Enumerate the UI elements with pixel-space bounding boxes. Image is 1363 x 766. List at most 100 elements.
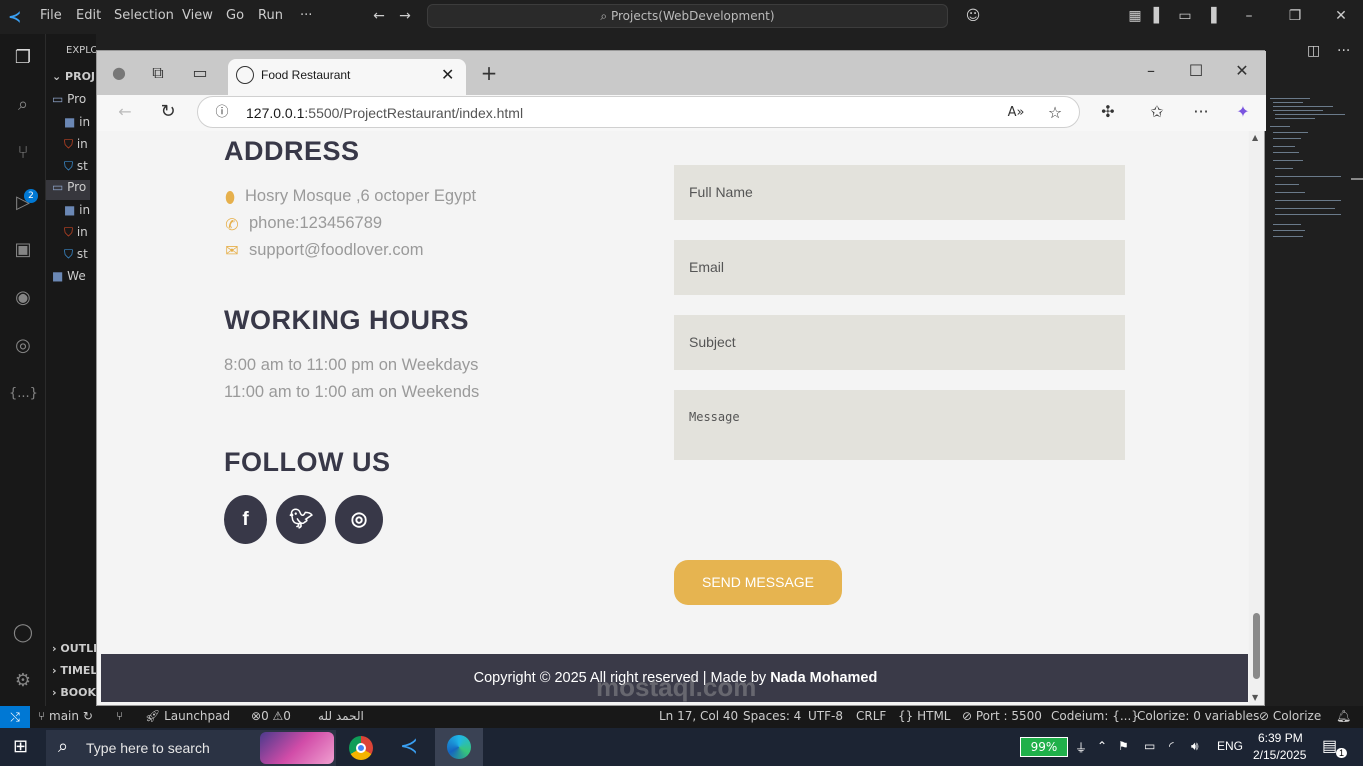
more-actions-icon[interactable]: ··· (1337, 43, 1350, 59)
workspace-root[interactable]: ⌄ PROJ (52, 70, 95, 90)
twitter-icon[interactable]: 🐦︎ (276, 495, 326, 544)
folder-row[interactable]: ■ in (64, 115, 90, 135)
message-textarea[interactable]: Message (674, 390, 1125, 460)
source-control-icon[interactable]: ⑂ (9, 139, 37, 167)
copilot-icon[interactable]: ☺ (960, 7, 986, 25)
menu-selection[interactable]: Selection (114, 8, 174, 23)
outline-section[interactable]: › OUTLI (52, 642, 96, 662)
extensions-puzzle-icon[interactable]: ✣ (1098, 102, 1118, 122)
menu-run[interactable]: Run (258, 8, 283, 23)
search-icon[interactable]: ⌕ (9, 91, 37, 119)
colorize-status[interactable]: ⊘ Colorize (1259, 709, 1321, 723)
notifications-bell-icon[interactable]: 🔔︎ (1336, 709, 1351, 723)
git-graph-icon[interactable]: ◉ (9, 284, 37, 312)
chrome-taskbar-icon[interactable] (340, 730, 382, 766)
layout-icon[interactable]: ▦ (1126, 7, 1144, 25)
file-row[interactable]: ⛉ in (64, 225, 88, 245)
battery-indicator[interactable]: 99% (1020, 737, 1068, 757)
menu-file[interactable]: File (40, 8, 62, 23)
instagram-icon[interactable]: ◎ (335, 495, 383, 544)
address-bar[interactable]: ⓘ 127.0.0.1:5500/ProjectRestaurant/index… (197, 96, 1080, 128)
toggle-secondary-sidebar-icon[interactable]: ▐ (1202, 7, 1220, 25)
favorites-icon[interactable]: ✩ (1147, 102, 1167, 122)
battery-icon[interactable]: ▭ (1144, 739, 1155, 753)
language-status[interactable]: {} HTML (898, 709, 951, 723)
tab-food-restaurant[interactable]: Food Restaurant ✕ (228, 59, 466, 95)
volume-icon[interactable]: 🔊︎ (1191, 739, 1199, 754)
file-row[interactable]: ⛉ st (64, 247, 88, 267)
taskbar-search[interactable]: ⌕ Type here to search (46, 730, 336, 766)
chevron-up-icon[interactable]: ⌃ (1097, 739, 1107, 753)
tab-close-icon[interactable]: ✕ (441, 65, 454, 84)
launchpad-status[interactable]: 🚀︎ Launchpad (145, 709, 230, 723)
vscode-taskbar-icon[interactable]: ≺ (388, 730, 430, 766)
email-input[interactable]: Email (674, 240, 1125, 295)
git-graph-status-icon[interactable]: ⑂ (116, 709, 123, 723)
folder-row-selected[interactable]: ▭ Pro (46, 180, 90, 200)
run-debug-icon[interactable]: ▷ (9, 189, 37, 217)
menu-edit[interactable]: Edit (76, 8, 101, 23)
back-arrow-icon[interactable]: ← (115, 102, 135, 122)
language-indicator[interactable]: ENG (1217, 739, 1243, 753)
forward-arrow-icon[interactable]: → (396, 7, 414, 25)
workspaces-icon[interactable]: ⧉ (148, 63, 168, 83)
extensions-icon[interactable]: ▣ (9, 236, 37, 264)
bookmarks-section[interactable]: › BOOK (52, 686, 96, 706)
tab-actions-icon[interactable]: ▭ (190, 63, 210, 83)
file-row[interactable]: ⛉ in (64, 137, 88, 157)
refresh-icon[interactable]: ↻ (158, 102, 178, 122)
json-tools-icon[interactable]: {...} (9, 380, 38, 408)
notifications-icon[interactable]: ▤ (1322, 736, 1337, 756)
file-row[interactable]: ⛉ st (64, 159, 88, 179)
site-info-icon[interactable]: ⓘ (212, 103, 232, 123)
copilot-icon[interactable]: ✦ (1233, 102, 1253, 122)
explorer-icon[interactable]: ❐ (9, 44, 37, 72)
facebook-icon[interactable]: f (224, 495, 267, 544)
account-icon[interactable]: ◯ (9, 619, 37, 647)
toggle-panel-icon[interactable]: ▭ (1176, 7, 1194, 25)
folder-row[interactable]: ■ in (64, 203, 90, 223)
menu-go[interactable]: Go (226, 8, 244, 23)
back-arrow-icon[interactable]: ← (370, 7, 388, 25)
page-scroll-thumb[interactable] (1253, 613, 1260, 679)
full-name-input[interactable]: Full Name (674, 165, 1125, 220)
menu-more[interactable]: ··· (300, 8, 312, 23)
problems-status[interactable]: ⊗0 ⚠0 (251, 709, 291, 723)
folder-row[interactable]: ■ We (52, 269, 86, 289)
subject-input[interactable]: Subject (674, 315, 1125, 370)
restore-icon[interactable]: ❐ (1286, 7, 1304, 25)
editor-scrollbar[interactable] (1351, 178, 1363, 180)
remote-explorer-icon[interactable]: ◎ (9, 332, 37, 360)
live-server-port[interactable]: ⊘ Port : 5500 (962, 709, 1042, 723)
more-menu-icon[interactable]: ··· (1191, 102, 1211, 122)
indentation-status[interactable]: Spaces: 4 (743, 709, 801, 723)
windows-start-icon[interactable]: ⊞ (13, 736, 28, 757)
maximize-icon[interactable]: ☐ (1186, 61, 1206, 81)
scroll-up-icon[interactable]: ▲ (1252, 133, 1258, 142)
encoding-status[interactable]: UTF-8 (808, 709, 843, 723)
folder-row[interactable]: ▭ Pro (52, 92, 86, 112)
scroll-down-icon[interactable]: ▼ (1252, 693, 1258, 702)
branch-status[interactable]: ⑂ main ↻ (38, 709, 93, 723)
profile-avatar-icon[interactable]: ● (109, 63, 129, 83)
timeline-section[interactable]: › TIMEL (52, 664, 96, 684)
page-scrollbar[interactable]: ▲ ▼ (1249, 131, 1264, 705)
eol-status[interactable]: CRLF (856, 709, 886, 723)
command-center[interactable]: ⌕ Projects(WebDevelopment) (427, 4, 948, 28)
minimap[interactable] (1265, 96, 1350, 256)
edge-taskbar-icon[interactable] (435, 728, 483, 766)
toggle-sidebar-icon[interactable]: ▌ (1150, 7, 1168, 25)
send-message-button[interactable]: SEND MESSAGE (674, 560, 842, 605)
read-aloud-icon[interactable]: A» (1006, 103, 1026, 123)
minimize-icon[interactable]: – (1240, 7, 1258, 25)
security-icon[interactable]: ⚑ (1118, 739, 1129, 753)
close-icon[interactable]: ✕ (1332, 7, 1350, 25)
split-editor-icon[interactable]: ◫ (1307, 43, 1320, 59)
codeium-status[interactable]: Codeium: {...} (1051, 709, 1139, 723)
cursor-position[interactable]: Ln 17, Col 40 (659, 709, 738, 723)
menu-view[interactable]: View (182, 8, 213, 23)
clock-time[interactable]: 6:39 PM (1258, 731, 1303, 745)
close-icon[interactable]: ✕ (1232, 61, 1252, 81)
clock-date[interactable]: 2/15/2025 (1253, 748, 1306, 762)
settings-gear-icon[interactable]: ⚙ (9, 667, 37, 695)
